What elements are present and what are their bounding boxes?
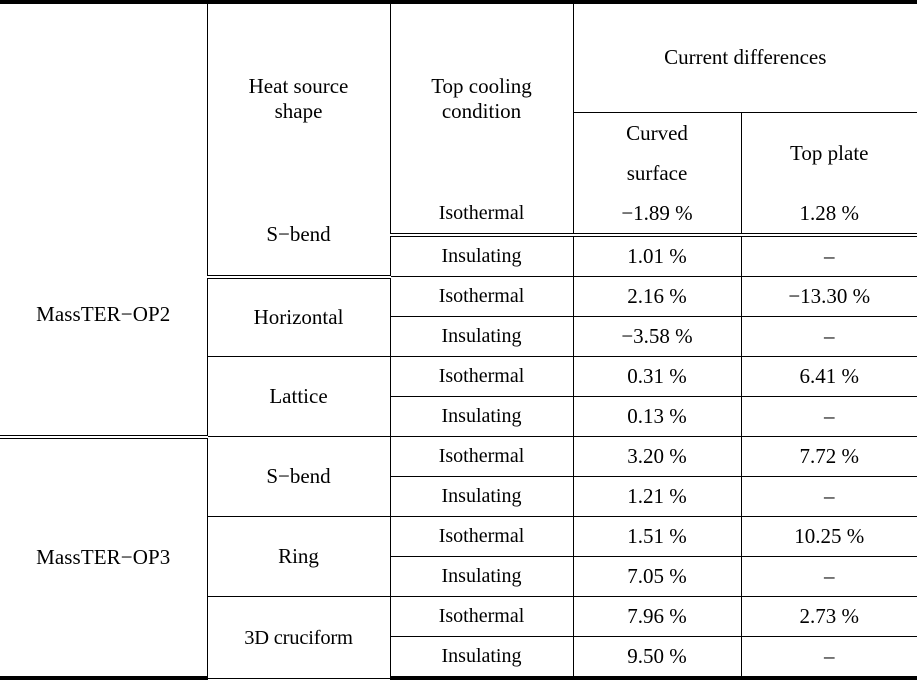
cell-curved-op3-ring-iso: 1.51 % xyxy=(573,516,742,558)
cell-shape-op2-sbend: S−bend xyxy=(207,194,391,279)
header-top-cooling-line1: Top cooling xyxy=(431,74,532,99)
cell-model-op2: MassTER−OP2 xyxy=(0,194,208,439)
cell-shape-op2-horizontal: Horizontal xyxy=(207,276,391,358)
table-body: MassTER−OP2 S−bend Isothermal −1.89 % 1.… xyxy=(0,194,917,680)
header-cell-top-plate: Top plate xyxy=(790,141,869,166)
cell-shape-op3-ring: Ring xyxy=(207,516,391,598)
header-row-top: Heat source shape Top cooling condition … xyxy=(0,0,917,195)
header-cell-model-blank xyxy=(0,0,207,112)
cell-curved-op2-lattice-iso: 0.31 % xyxy=(573,356,742,398)
cell-topplate-op2-lattice-ins: – xyxy=(741,396,917,438)
cell-cooling-op2-sbend-ins: Insulating xyxy=(390,235,574,278)
header-curved-line1: Curved xyxy=(626,120,688,145)
cell-shape-op3-sbend: S−bend xyxy=(207,436,391,518)
cell-topplate-op3-3d-iso: 2.73 % xyxy=(741,596,917,638)
header-cell-spacer-2 xyxy=(0,112,207,194)
cell-topplate-op3-sbend-ins: – xyxy=(741,476,917,518)
header-cell-heat-source-shape: Heat source shape xyxy=(206,0,391,195)
cell-model-op3: MassTER−OP3 xyxy=(0,436,208,680)
header-heat-source-line1: Heat source xyxy=(248,74,349,99)
cell-curved-op3-sbend-iso: 3.20 % xyxy=(573,436,742,478)
cell-topplate-op2-horizontal-ins: – xyxy=(741,316,917,358)
cell-curved-op2-horizontal-iso: 2.16 % xyxy=(573,276,742,318)
cell-curved-op3-3d-iso: 7.96 % xyxy=(573,596,742,638)
cell-cooling-op3-3d-iso: Isothermal xyxy=(390,596,574,638)
cell-topplate-op2-lattice-iso: 6.41 % xyxy=(741,356,917,398)
cell-curved-op2-sbend-iso: −1.89 % xyxy=(573,194,742,238)
cell-curved-op2-lattice-ins: 0.13 % xyxy=(573,396,742,438)
cell-curved-op2-horizontal-ins: −3.58 % xyxy=(573,316,742,358)
cell-cooling-op3-sbend-iso: Isothermal xyxy=(390,436,574,478)
table-row: MassTER−OP2 S−bend Isothermal −1.89 % 1.… xyxy=(0,194,917,439)
header-heat-source-line2: shape xyxy=(274,99,323,124)
cell-cooling-op2-sbend-iso: Isothermal xyxy=(390,194,574,238)
table-container: Heat source shape Top cooling condition … xyxy=(0,0,917,680)
cell-curved-op3-ring-ins: 7.05 % xyxy=(573,556,742,598)
cell-cooling-op3-ring-iso: Isothermal xyxy=(390,516,574,558)
header-cell-top-cooling-condition: Top cooling condition xyxy=(390,0,574,195)
cell-shape-op3-3d-cruciform: 3D cruciform xyxy=(207,596,391,679)
header-curved-line2: surface xyxy=(626,161,688,186)
header-cell-curved-surface: Curved surface xyxy=(573,112,742,195)
cell-topplate-op2-sbend-ins: – xyxy=(741,235,917,278)
cell-cooling-op3-ring-ins: Insulating xyxy=(390,556,574,598)
cell-topplate-op2-sbend-iso: 1.28 % xyxy=(741,194,917,238)
cell-cooling-op3-3d-ins: Insulating xyxy=(390,636,574,680)
cell-topplate-op3-3d-ins: – xyxy=(741,636,917,680)
cell-topplate-op3-ring-iso: 10.25 % xyxy=(741,516,917,558)
cell-cooling-op3-sbend-ins: Insulating xyxy=(390,476,574,518)
cell-topplate-op2-horizontal-iso: −13.30 % xyxy=(741,276,917,318)
cell-shape-op2-lattice: Lattice xyxy=(207,356,391,438)
table-row: MassTER−OP3 S−bend Isothermal 3.20 % 7.7… xyxy=(0,436,917,680)
header-top-cooling-line2: condition xyxy=(441,99,522,124)
cell-curved-op3-sbend-ins: 1.21 % xyxy=(573,476,742,518)
table-header: Heat source shape Top cooling condition … xyxy=(0,0,917,195)
cell-curved-op2-sbend-ins: 1.01 % xyxy=(573,235,742,278)
cell-cooling-op2-horizontal-iso: Isothermal xyxy=(390,276,574,318)
cell-topplate-op3-sbend-iso: 7.72 % xyxy=(741,436,917,478)
header-cell-current-differences: Current differences xyxy=(573,0,917,113)
cell-cooling-op2-lattice-iso: Isothermal xyxy=(390,356,574,398)
cell-curved-op3-3d-ins: 9.50 % xyxy=(573,636,742,680)
cell-cooling-op2-lattice-ins: Insulating xyxy=(390,396,574,438)
cell-cooling-op2-horizontal-ins: Insulating xyxy=(390,316,574,358)
current-differences-table: Heat source shape Top cooling condition … xyxy=(0,0,917,680)
cell-topplate-op3-ring-ins: – xyxy=(741,556,917,598)
